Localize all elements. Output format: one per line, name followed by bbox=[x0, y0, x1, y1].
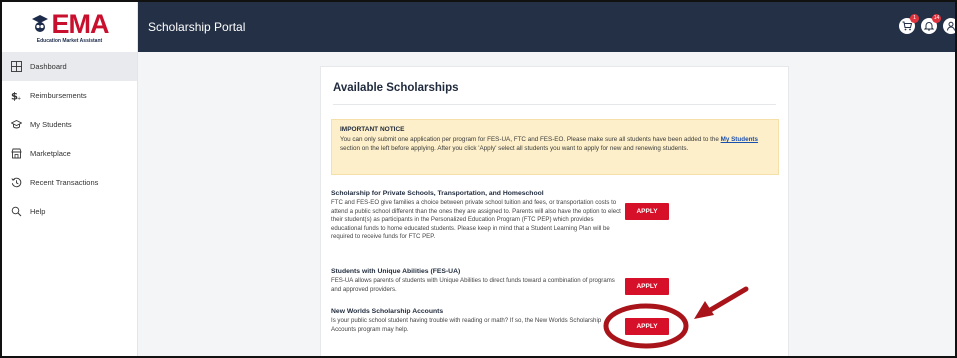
store-icon bbox=[11, 148, 22, 159]
apply-button[interactable]: APPLY bbox=[625, 278, 669, 295]
bell-icon[interactable]: 14 bbox=[921, 14, 941, 34]
sidebar-item-marketplace[interactable]: Marketplace bbox=[2, 139, 137, 168]
divider bbox=[333, 104, 776, 105]
svg-text:+: + bbox=[17, 96, 21, 101]
scholarship-item: New Worlds Scholarship Accounts Is your … bbox=[331, 308, 621, 334]
logo-text: EMA bbox=[51, 8, 110, 39]
scholarship-title: New Worlds Scholarship Accounts bbox=[331, 308, 444, 315]
scholarship-description: FES-UA allows parents of students with U… bbox=[331, 277, 615, 293]
user-icon[interactable] bbox=[943, 18, 955, 34]
logo[interactable]: EMA Education Market Assistant bbox=[2, 2, 137, 52]
scholarship-item: Students with Unique Abilities (FES-UA) … bbox=[331, 268, 621, 294]
card-title: Available Scholarships bbox=[333, 82, 459, 94]
notification-badge: 14 bbox=[932, 14, 941, 23]
page-title: Scholarship Portal bbox=[148, 20, 246, 34]
sidebar-item-label: Marketplace bbox=[30, 149, 71, 158]
dollar-icon: $ + bbox=[11, 90, 22, 102]
sidebar-item-dashboard[interactable]: Dashboard bbox=[2, 52, 137, 81]
scholarship-title: Students with Unique Abilities (FES-UA) bbox=[331, 268, 461, 275]
my-students-link[interactable]: My Students bbox=[721, 136, 758, 143]
apply-button[interactable]: APPLY bbox=[625, 318, 669, 335]
sidebar-item-label: Help bbox=[30, 207, 46, 216]
scholarship-item: Scholarship for Private Schools, Transpo… bbox=[331, 190, 621, 242]
sidebar-item-my-students[interactable]: My Students bbox=[2, 110, 137, 139]
sidebar-item-label: My Students bbox=[30, 120, 72, 129]
logo-icon bbox=[31, 14, 48, 32]
logo-subtitle: Education Market Assistant bbox=[36, 37, 103, 44]
scholarship-description: FTC and FES-EO give families a choice be… bbox=[331, 199, 621, 241]
notice-text-part: You can only submit one application per … bbox=[340, 136, 721, 143]
history-icon bbox=[11, 177, 22, 188]
search-icon bbox=[11, 206, 22, 217]
sidebar-item-label: Dashboard bbox=[30, 62, 67, 71]
apply-button[interactable]: APPLY bbox=[625, 203, 669, 220]
sidebar-item-label: Reimbursements bbox=[30, 91, 87, 100]
app-window: EMA Education Market Assistant Dashboard… bbox=[0, 0, 957, 358]
notice-text: You can only submit one application per … bbox=[340, 135, 770, 153]
graduation-cap-icon bbox=[11, 119, 22, 130]
notice-heading: IMPORTANT NOTICE bbox=[340, 126, 405, 133]
scholarship-title: Scholarship for Private Schools, Transpo… bbox=[331, 190, 544, 197]
topbar-actions: 1 14 bbox=[899, 14, 955, 34]
sidebar-item-recent-transactions[interactable]: Recent Transactions bbox=[2, 168, 137, 197]
scholarships-card: Available Scholarships IMPORTANT NOTICE … bbox=[320, 66, 789, 356]
top-bar: Scholarship Portal 1 14 bbox=[138, 2, 955, 52]
cart-icon[interactable]: 1 bbox=[899, 14, 919, 34]
sidebar-item-help[interactable]: Help bbox=[2, 197, 137, 226]
sidebar: EMA Education Market Assistant Dashboard… bbox=[2, 2, 138, 356]
important-notice: IMPORTANT NOTICE You can only submit one… bbox=[331, 119, 779, 175]
scholarship-description: Is your public school student having tro… bbox=[331, 317, 602, 333]
sidebar-item-reimbursements[interactable]: $ + Reimbursements bbox=[2, 81, 137, 110]
cart-badge: 1 bbox=[910, 14, 919, 23]
sidebar-item-label: Recent Transactions bbox=[30, 178, 99, 187]
notice-text-part: section on the left before applying. Aft… bbox=[340, 145, 689, 152]
dashboard-icon bbox=[11, 61, 22, 72]
